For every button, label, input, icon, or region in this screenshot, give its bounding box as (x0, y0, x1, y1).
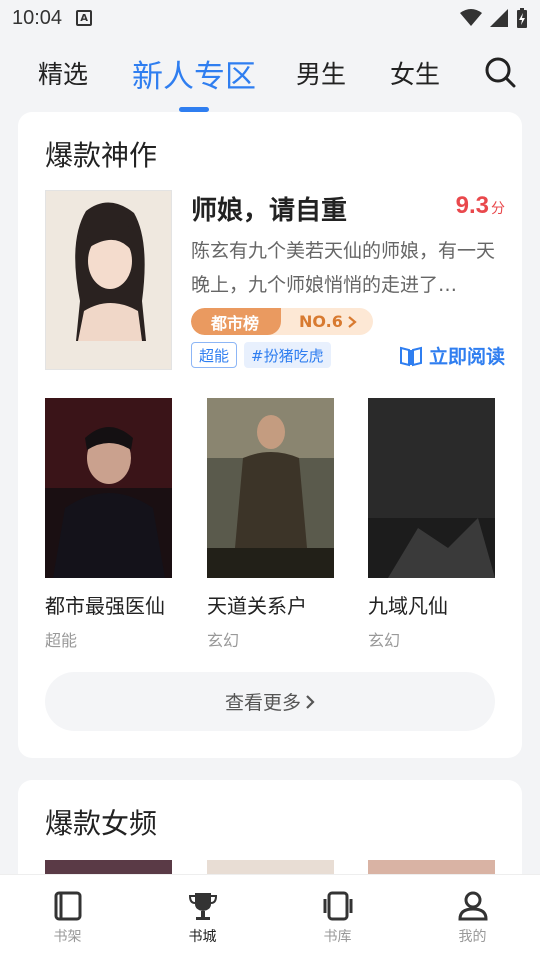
book-card[interactable]: 都市最强医仙 超能 (45, 398, 172, 651)
book-cover-image[interactable] (368, 398, 495, 578)
nav-library[interactable]: 书库 (270, 875, 405, 960)
nav-label: 书库 (323, 928, 352, 945)
library-icon (323, 891, 352, 920)
tab-featured[interactable]: 精选 (38, 51, 88, 95)
book-title[interactable]: 都市最强医仙 (45, 590, 172, 619)
tag-trope[interactable]: #扮猪吃虎 (244, 342, 331, 368)
rank-name: 都市榜 (191, 308, 282, 335)
search-icon[interactable] (484, 56, 516, 88)
score-unit: 分 (491, 200, 505, 216)
view-more-button[interactable]: 查看更多 (45, 672, 495, 731)
wifi-icon (460, 9, 482, 26)
book-title[interactable]: 九域凡仙 (368, 590, 495, 619)
nav-label: 书架 (53, 928, 82, 945)
book-genre: 超能 (45, 631, 78, 650)
status-time: 10:04 (12, 6, 63, 29)
bookshelf-icon (54, 891, 81, 920)
book-cover-image[interactable] (45, 398, 172, 578)
tab-male[interactable]: 男生 (296, 51, 346, 95)
featured-cover-image[interactable] (45, 190, 172, 370)
featured-description: 陈玄有九个美若天仙的师娘，有一天晚上，九个师娘悄悄的走进了… (191, 240, 496, 296)
rank-badge[interactable]: 都市榜 NO.6 (191, 308, 373, 335)
signal-icon (490, 9, 508, 27)
notification-icon: A (76, 10, 93, 26)
chevron-right-icon (348, 315, 357, 328)
read-now-button[interactable]: 立即阅读 (399, 342, 505, 369)
read-now-label: 立即阅读 (428, 346, 505, 368)
section-hot-works: 爆款神作 师娘，请自重 9.3 分 陈玄有九个美若天仙的师娘，有一天晚上，九个师娘… (18, 112, 522, 758)
nav-bookstore[interactable]: 书城 (135, 875, 270, 960)
featured-book[interactable]: 师娘，请自重 9.3 分 陈玄有九个美若天仙的师娘，有一天晚上，九个师娘悄悄的走进… (45, 190, 505, 374)
section-title: 爆款神作 (45, 139, 158, 172)
battery-icon (517, 8, 527, 28)
tab-female[interactable]: 女生 (390, 51, 440, 95)
trophy-icon (188, 892, 217, 920)
bottom-nav: 书架 书城 书库 我的 (0, 874, 540, 960)
featured-score: 9.3 分 (456, 192, 505, 220)
book-cover-image[interactable] (207, 398, 334, 578)
chevron-right-icon (306, 694, 315, 709)
book-card[interactable]: 天道关系户 玄幻 (207, 398, 334, 651)
nav-profile[interactable]: 我的 (405, 875, 540, 960)
tag-genre[interactable]: 超能 (191, 342, 238, 368)
view-more-label: 查看更多 (224, 692, 301, 714)
tab-newcomer[interactable]: 新人专区 (132, 47, 256, 100)
nav-label: 书城 (188, 928, 217, 945)
book-title[interactable]: 天道关系户 (207, 590, 334, 619)
status-bar: 10:04 A (0, 0, 540, 36)
profile-icon (457, 891, 488, 920)
rank-number: NO.6 (299, 312, 343, 331)
book-genre: 玄幻 (368, 631, 401, 650)
score-value: 9.3 (455, 192, 489, 219)
featured-title[interactable]: 师娘，请自重 (191, 190, 347, 227)
book-card[interactable]: 九域凡仙 玄幻 (368, 398, 495, 651)
book-genre: 玄幻 (207, 631, 240, 650)
book-grid: 都市最强医仙 超能 天道关系户 玄幻 九域凡仙 玄幻 (45, 398, 505, 651)
section-title: 爆款女频 (45, 807, 158, 840)
book-open-icon (399, 346, 422, 366)
nav-label: 我的 (458, 928, 487, 945)
top-tab-bar: 精选 新人专区 男生 女生 (0, 36, 540, 110)
nav-bookshelf[interactable]: 书架 (0, 875, 135, 960)
